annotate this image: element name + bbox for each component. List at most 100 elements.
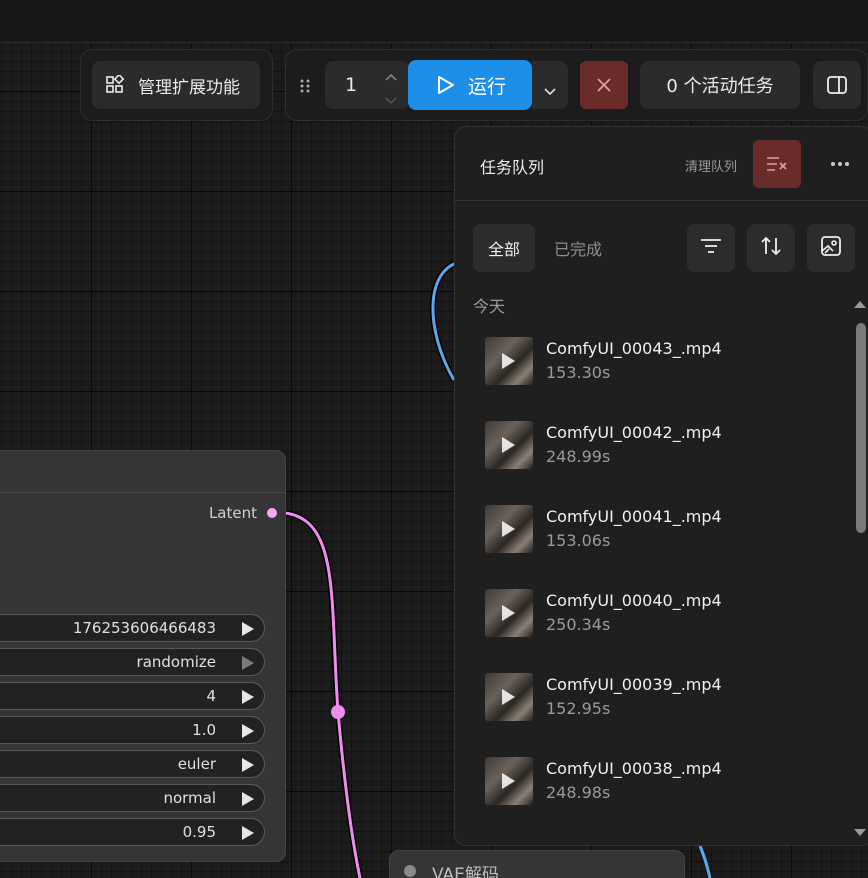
widget-value: 176253606466483 [72, 619, 216, 637]
more-options-button[interactable] [825, 152, 855, 176]
tab-completed-label: 已完成 [553, 240, 602, 259]
video-thumbnail[interactable] [485, 421, 533, 469]
image-icon [820, 235, 842, 261]
video-thumbnail[interactable] [485, 673, 533, 721]
sort-button[interactable] [747, 224, 795, 272]
more-icon [825, 161, 855, 180]
video-thumbnail[interactable] [485, 757, 533, 805]
scrollbar-thumb[interactable] [856, 323, 866, 533]
sidebar-toggle-icon [826, 74, 848, 96]
queue-item[interactable]: ComfyUI_00040_.mp4 250.34s [455, 569, 868, 653]
chevron-down-icon [544, 81, 556, 96]
play-icon [502, 521, 515, 537]
node-header[interactable] [0, 451, 285, 493]
clear-queue-button[interactable] [753, 140, 801, 188]
manage-extensions-button[interactable]: 管理扩展功能 [92, 61, 260, 109]
vae-decode-title: VAE解码 [432, 865, 499, 878]
video-thumbnail[interactable] [485, 505, 533, 553]
run-button[interactable]: 运行 [408, 60, 532, 110]
sort-icon [760, 235, 782, 261]
wire-reroute-dot [331, 705, 345, 719]
node-widget[interactable]: euler [0, 750, 265, 778]
queue-item[interactable]: ComfyUI_00043_.mp4 153.30s [455, 317, 868, 401]
increment-icon[interactable] [384, 68, 398, 81]
section-today: 今天 [473, 297, 506, 316]
node-widget[interactable]: 1.0 [0, 716, 265, 744]
manage-extensions-label: 管理扩展功能 [138, 77, 240, 98]
cancel-run-button[interactable] [580, 61, 628, 109]
queue-item[interactable]: ComfyUI_00041_.mp4 153.06s [455, 485, 868, 569]
tab-all-label: 全部 [487, 240, 520, 259]
node-widget[interactable]: randomize [0, 648, 265, 676]
filter-icon [700, 237, 722, 259]
tab-completed[interactable]: 已完成 [547, 224, 609, 272]
run-label: 运行 [468, 75, 507, 98]
increment-arrow-icon[interactable] [242, 826, 254, 840]
latent-wire [284, 510, 363, 878]
item-duration: 250.34s [546, 615, 611, 634]
top-bar [0, 0, 868, 43]
play-icon [502, 605, 515, 621]
tab-all[interactable]: 全部 [473, 224, 535, 272]
play-icon [502, 689, 515, 705]
widget-value: euler [177, 755, 216, 773]
clear-queue-label: 清理队列 [685, 160, 738, 175]
sampler-node[interactable]: Latent 176253606466483 randomize 4 1.0 euler… [0, 450, 286, 862]
item-filename: ComfyUI_00042_.mp4 [546, 423, 722, 442]
toggle-panel-button[interactable] [813, 61, 861, 109]
item-duration: 152.95s [546, 699, 611, 718]
active-tasks-button[interactable]: 0 个活动任务 [640, 61, 800, 109]
run-options-button[interactable] [532, 61, 568, 109]
close-icon [596, 77, 612, 93]
widget-value: 1.0 [192, 721, 216, 739]
batch-count-value: 1 [345, 74, 358, 96]
video-thumbnail[interactable] [485, 337, 533, 385]
clear-list-icon [766, 155, 788, 173]
latent-output-label: Latent [208, 504, 257, 522]
increment-arrow-icon[interactable] [242, 758, 254, 772]
scroll-up-icon[interactable] [854, 301, 866, 308]
item-duration: 153.30s [546, 363, 611, 382]
increment-arrow-icon[interactable] [242, 690, 254, 704]
node-widget[interactable]: normal [0, 784, 265, 812]
queue-header: 任务队列 清理队列 [455, 127, 868, 201]
widget-value: 4 [206, 687, 216, 705]
play-icon [502, 353, 515, 369]
blue-wire-bottom [698, 845, 712, 878]
play-icon [502, 773, 515, 789]
active-tasks-label: 0 个活动任务 [666, 76, 774, 97]
drag-handle-icon[interactable] [298, 77, 312, 95]
node-widget[interactable]: 4 [0, 682, 265, 710]
item-filename: ComfyUI_00040_.mp4 [546, 591, 722, 610]
item-filename: ComfyUI_00041_.mp4 [546, 507, 722, 526]
increment-arrow-icon[interactable] [242, 724, 254, 738]
widget-value: 0.95 [182, 823, 216, 841]
decrement-icon[interactable] [384, 90, 398, 105]
video-thumbnail[interactable] [485, 589, 533, 637]
vae-decode-node[interactable]: VAE解码 [389, 850, 685, 878]
item-filename: ComfyUI_00043_.mp4 [546, 339, 722, 358]
filter-button[interactable] [687, 224, 735, 272]
play-icon [502, 437, 515, 453]
item-duration: 248.98s [546, 783, 611, 802]
extensions-icon [105, 73, 125, 95]
queue-panel: 任务队列 清理队列 全部 已完成 今天 ComfyUI_00043_.mp4 15… [454, 126, 868, 846]
queue-item[interactable]: ComfyUI_00042_.mp4 248.99s [455, 401, 868, 485]
widget-value: randomize [136, 653, 216, 671]
queue-item[interactable]: ComfyUI_00038_.mp4 248.98s [455, 737, 868, 821]
gallery-button[interactable] [807, 224, 855, 272]
node-status-dot [404, 865, 416, 877]
item-duration: 153.06s [546, 531, 611, 550]
increment-arrow-icon[interactable] [242, 792, 254, 806]
scroll-down-icon[interactable] [854, 829, 866, 836]
latent-output-slot[interactable] [267, 508, 277, 518]
item-filename: ComfyUI_00038_.mp4 [546, 759, 722, 778]
item-duration: 248.99s [546, 447, 611, 466]
increment-arrow-icon[interactable] [242, 622, 254, 636]
increment-arrow-icon[interactable] [242, 656, 254, 670]
node-widget[interactable]: 176253606466483 [0, 614, 265, 642]
item-filename: ComfyUI_00039_.mp4 [546, 675, 722, 694]
queue-item[interactable]: ComfyUI_00039_.mp4 152.95s [455, 653, 868, 737]
queue-title: 任务队列 [480, 158, 545, 177]
node-widget[interactable]: 0.95 [0, 818, 265, 846]
